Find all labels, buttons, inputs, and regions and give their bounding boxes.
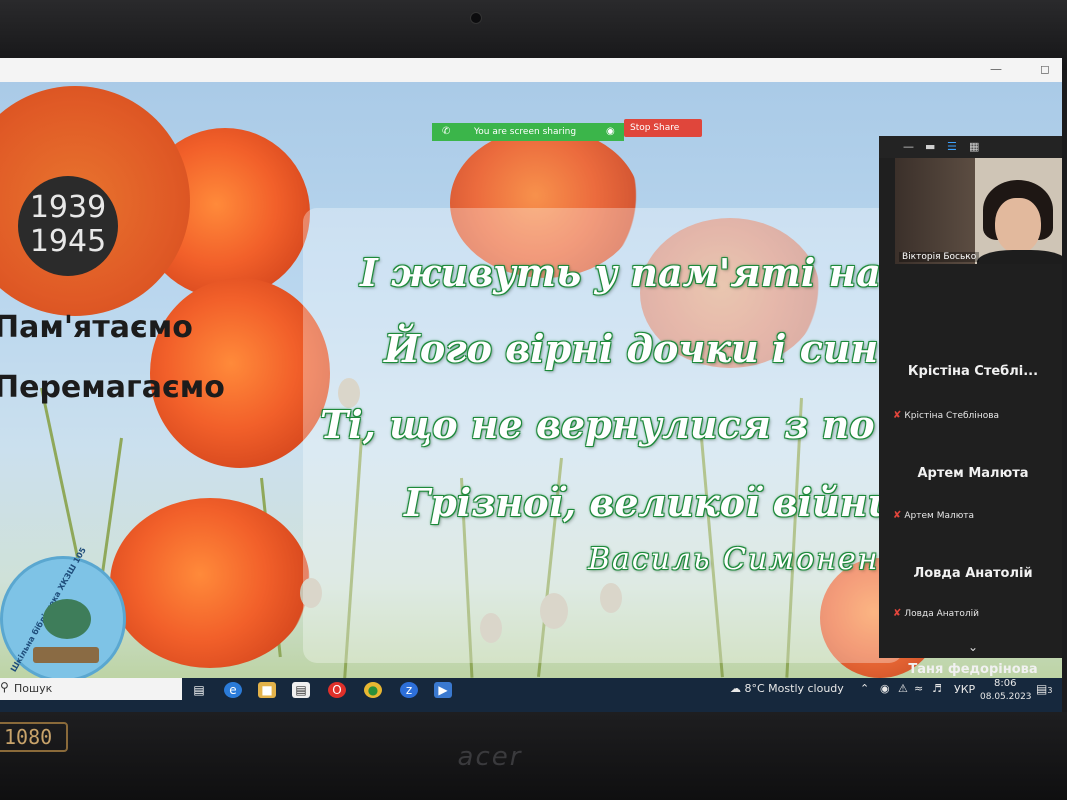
taskbar-search[interactable]: ⚲ Пошук	[0, 678, 182, 700]
laptop-brand-logo: acer	[457, 742, 523, 772]
media-player-icon[interactable]: ▶	[434, 682, 452, 698]
file-explorer-icon[interactable]: ■	[258, 682, 276, 698]
cloud-icon: ☁	[730, 682, 741, 695]
video-participant-name: Вікторія Босько	[899, 252, 980, 262]
weather-text: 8°C Mostly cloudy	[744, 682, 844, 695]
participant-sub-name: Ловда Анатолій	[904, 609, 979, 619]
poem-line-4: Грізної, великої війни	[404, 480, 896, 525]
opera-icon[interactable]: O	[328, 682, 346, 698]
poppy-flower	[110, 498, 310, 668]
screen-sharing-bar[interactable]: ✆ You are screen sharing ◉	[432, 123, 624, 141]
years-badge: 1939 1945	[18, 176, 118, 276]
participant-face	[995, 198, 1041, 254]
gallery-view-icon[interactable]: ▦	[969, 140, 979, 153]
speaker-view-icon[interactable]: ▬	[925, 140, 935, 153]
minimize-panel-icon[interactable]: —	[903, 140, 914, 153]
poem-author: Василь Симонен	[588, 542, 880, 577]
participant-name[interactable]: Артем Малюта	[879, 466, 1062, 481]
participant-sub-name: Артем Малюта	[904, 511, 975, 521]
mic-muted-icon: ✘	[893, 510, 902, 521]
wifi-icon[interactable]: ≈	[914, 682, 923, 695]
stop-share-button[interactable]: Stop Share	[624, 119, 702, 137]
participant-name[interactable]: Ловда Анатолій	[879, 566, 1062, 581]
chevron-down-icon[interactable]: ⌄	[879, 640, 1062, 654]
participants-panel: — ▬ ☰ ▦ Вікторія Босько Крістіна Стеблі.…	[879, 136, 1062, 677]
notification-icon[interactable]: ▤3	[1036, 682, 1052, 696]
participant-subtitle: ✘ Крістіна Стеблінова	[893, 410, 999, 421]
participant-subtitle: ✘ Ловда Анатолій	[893, 608, 979, 619]
window-titlebar: — ◻	[0, 58, 1062, 82]
poem-line-3: Ті, що не вернулися з по	[320, 402, 875, 447]
books-icon	[33, 647, 99, 663]
notification-count: 3	[1047, 686, 1053, 695]
phone-icon: ✆	[442, 126, 451, 137]
chrome-icon[interactable]: ●	[364, 682, 382, 698]
poem-line-1: І живуть у пам'яті на	[360, 250, 881, 295]
chevron-up-icon[interactable]: ⌃	[860, 682, 869, 695]
camera-tray-icon[interactable]: ◉	[880, 682, 890, 695]
participant-video-tile[interactable]: Вікторія Босько	[895, 158, 1062, 264]
stop-share-label: Stop Share	[630, 123, 680, 133]
participant-name[interactable]: Крістіна Стеблі...	[879, 364, 1062, 379]
participant-body	[977, 250, 1062, 264]
task-view-icon[interactable]: ▤	[190, 682, 208, 698]
edge-icon[interactable]: e	[224, 682, 242, 698]
year-start: 1939	[29, 190, 107, 225]
mic-muted-icon: ✘	[893, 608, 902, 619]
zoom-icon[interactable]: z	[400, 682, 418, 698]
slogan-win: Перемагаємо	[0, 370, 225, 405]
slogan-remember: Пам'ятаємо	[0, 310, 193, 345]
language-indicator[interactable]: УКР	[954, 683, 975, 696]
mic-tray-icon[interactable]: ⚠	[898, 682, 908, 695]
webcam-icon	[470, 12, 482, 24]
minimize-icon[interactable]: —	[990, 62, 1002, 76]
year-end: 1945	[29, 224, 107, 259]
video-background	[895, 158, 975, 264]
windows-taskbar: ⚲ Пошук ▤ e ■ ▤ O ● z ▶ ☁ 8°C Mostly clo…	[0, 678, 1062, 712]
participant-name[interactable]: Таня федорінова	[879, 662, 1062, 677]
mic-muted-icon: ✘	[893, 410, 902, 421]
calendar-app-icon[interactable]: ▤	[292, 682, 310, 698]
clock-time[interactable]: 8:06	[994, 678, 1016, 689]
participant-sub-name: Крістіна Стеблінова	[904, 411, 1000, 421]
hd-resolution-badge: 1080	[0, 722, 68, 752]
search-label: Пошук	[14, 682, 53, 695]
shield-icon: ◉	[606, 126, 615, 137]
tree-icon	[43, 599, 91, 639]
panel-header: — ▬ ☰ ▦	[879, 136, 1062, 158]
sharing-status-text: You are screen sharing	[474, 127, 577, 137]
search-icon: ⚲	[0, 680, 9, 694]
participant-subtitle: ✘ Артем Малюта	[893, 510, 974, 521]
volume-icon[interactable]: ♬	[932, 682, 942, 695]
weather-widget[interactable]: ☁ 8°C Mostly cloudy	[730, 682, 844, 695]
screen: — ◻ 1939 1945 Пам'ятаємо Перемагаємо Шкі…	[0, 58, 1062, 712]
school-library-logo: Шкільна бібліотека ХКЗШ 105	[0, 546, 126, 682]
maximize-icon[interactable]: ◻	[1040, 62, 1050, 76]
poem-line-2: Його вірні дочки і син	[384, 326, 879, 371]
strip-view-icon[interactable]: ☰	[947, 140, 957, 153]
clock-date[interactable]: 08.05.2023	[980, 692, 1032, 702]
